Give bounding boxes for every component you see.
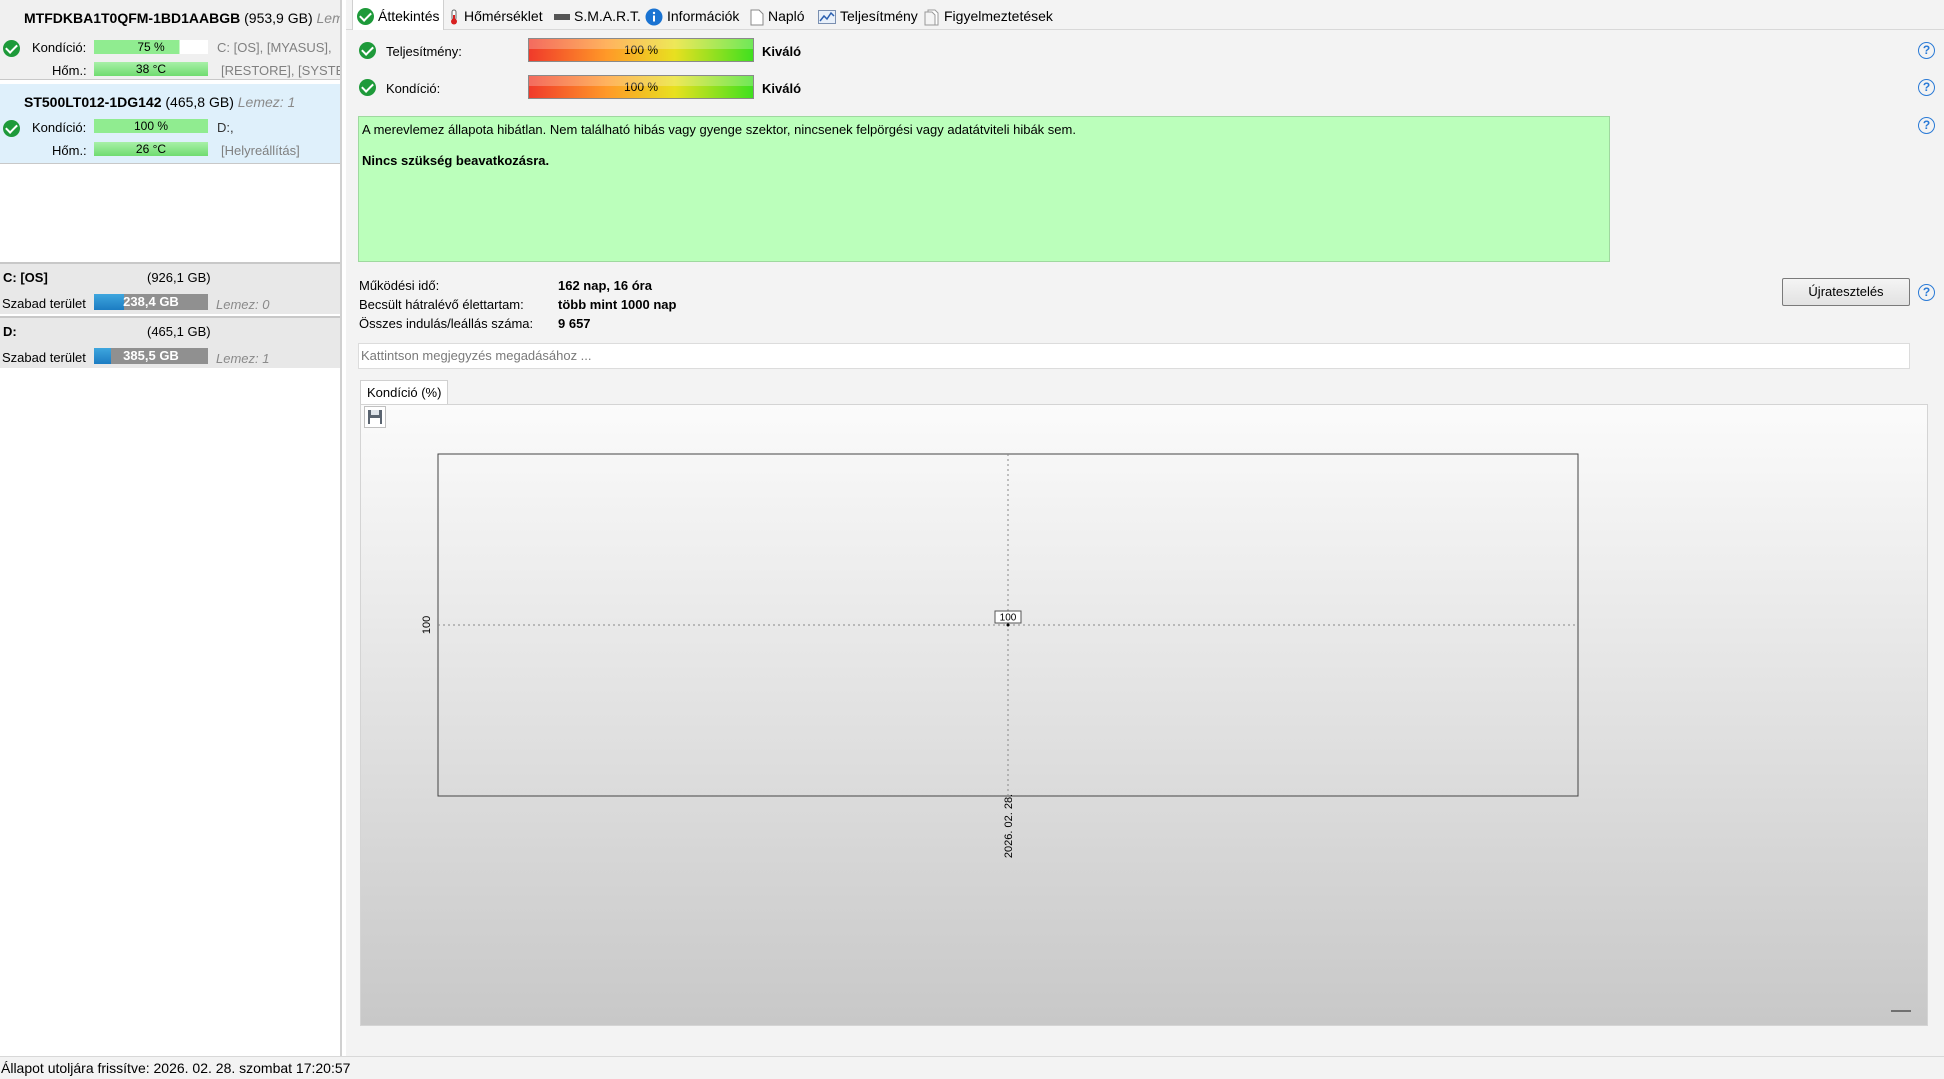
hom-label: Hőm.: bbox=[52, 63, 87, 78]
tab-informaciok[interactable]: Információk bbox=[645, 0, 739, 30]
disk-name: MTFDKBA1T0QFM-1BD1AABGB (953,9 GB) Lemez… bbox=[24, 10, 340, 26]
help-icon[interactable]: ? bbox=[1918, 284, 1935, 301]
lifetime-label: Becsült hátralévő élettartam: bbox=[359, 297, 524, 312]
free-space-bar: 385,5 GB bbox=[94, 348, 208, 364]
partition-disk-ref: Lemez: 0 bbox=[216, 297, 270, 312]
status-message-box: A merevlemez állapota hibátlan. Nem talá… bbox=[358, 116, 1610, 262]
help-icon[interactable]: ? bbox=[1918, 42, 1935, 59]
y-tick-label: 100 bbox=[421, 616, 433, 634]
kondicio-bar: 100 % bbox=[94, 119, 208, 133]
tab-teljesitmeny[interactable]: Teljesítmény bbox=[818, 0, 918, 30]
status-action: Nincs szükség beavatkozásra. bbox=[362, 153, 550, 168]
hom-label: Hőm.: bbox=[52, 143, 87, 158]
free-space-bar: 238,4 GB bbox=[94, 294, 208, 310]
drive-icon bbox=[554, 14, 570, 21]
volumes-line: D:, bbox=[217, 120, 234, 135]
hom-bar: 26 °C bbox=[94, 142, 208, 156]
help-icon[interactable]: ? bbox=[1918, 79, 1935, 96]
kondicio-bar: 75 % bbox=[94, 40, 208, 54]
health-ok-icon bbox=[3, 120, 20, 137]
free-space-label: Szabad terület bbox=[2, 296, 86, 311]
floppy-disk-icon bbox=[368, 410, 382, 424]
kondicio-label: Kondíció: bbox=[32, 40, 87, 55]
performance-rating: Kiváló bbox=[762, 44, 802, 59]
disk-list-panel: MTFDKBA1T0QFM-1BD1AABGB (953,9 GB) Lemez… bbox=[0, 0, 342, 1056]
x-tick-label: 2026. 02. 28. bbox=[1003, 794, 1015, 858]
startstop-label: Összes indulás/leállás száma: bbox=[359, 316, 534, 331]
health-chart: 100 2026. 02. 28. 100 bbox=[421, 453, 1579, 858]
health-ok-icon bbox=[359, 79, 376, 96]
status-message: A merevlemez állapota hibátlan. Nem talá… bbox=[362, 122, 1076, 137]
free-space-label: Szabad terület bbox=[2, 350, 86, 365]
health-label: Kondíció: bbox=[386, 81, 441, 96]
info-icon bbox=[645, 8, 663, 26]
tab-smart[interactable]: S.M.A.R.T. bbox=[554, 0, 641, 30]
health-bar: 100 % bbox=[528, 75, 754, 99]
partition-item-1[interactable]: D: (465,1 GB) Szabad terület 385,5 GB Le… bbox=[0, 316, 340, 368]
partition-disk-ref: Lemez: 1 bbox=[216, 351, 270, 366]
uptime-value: 162 nap, 16 óra bbox=[558, 278, 652, 293]
help-icon[interactable]: ? bbox=[1918, 117, 1935, 134]
lifetime-value: több mint 1000 nap bbox=[558, 297, 677, 312]
thermometer-icon bbox=[451, 9, 457, 25]
partition-item-0[interactable]: C: [OS] (926,1 GB) Szabad terület 238,4 … bbox=[0, 262, 340, 314]
performance-ok-icon bbox=[359, 42, 376, 59]
tab-naplo[interactable]: Napló bbox=[750, 0, 805, 30]
uptime-label: Működési idő: bbox=[359, 278, 440, 293]
partition-size: (465,1 GB) bbox=[147, 324, 211, 339]
tab-bar: Áttekintés Hőmérséklet S.M.A.R.T. Inform… bbox=[346, 0, 1944, 31]
partition-size: (926,1 GB) bbox=[147, 270, 211, 285]
volumes-line: C: [OS], [MYASUS], bbox=[217, 40, 332, 55]
performance-bar: 100 % bbox=[528, 38, 754, 62]
document-icon bbox=[750, 9, 764, 26]
status-bar: Állapot utoljára frissítve: 2026. 02. 28… bbox=[0, 1056, 1944, 1079]
partition-name: C: [OS] bbox=[3, 270, 48, 285]
kondicio-label: Kondíció: bbox=[32, 120, 87, 135]
save-chart-button[interactable] bbox=[364, 406, 386, 428]
disk-name: ST500LT012-1DG142 (465,8 GB) Lemez: 1 bbox=[24, 94, 296, 110]
performance-label: Teljesítmény: bbox=[386, 44, 462, 59]
tab-figyelmeztetesek[interactable]: Figyelmeztetések bbox=[924, 0, 1053, 30]
disk-item-1[interactable]: ST500LT012-1DG142 (465,8 GB) Lemez: 1 Ko… bbox=[0, 84, 340, 164]
data-point bbox=[1006, 623, 1010, 627]
startstop-value: 9 657 bbox=[558, 316, 591, 331]
retest-button[interactable]: Újratesztelés bbox=[1782, 278, 1910, 306]
tab-attekintes[interactable]: Áttekintés bbox=[352, 0, 445, 31]
volumes-line: [Helyreállítás] bbox=[221, 143, 300, 158]
chart-scroll-handle[interactable] bbox=[1891, 1010, 1911, 1012]
chart-tab-kondicio[interactable]: Kondíció (%) bbox=[360, 380, 449, 405]
data-label: 100 bbox=[1000, 613, 1017, 624]
alerts-icon bbox=[924, 9, 939, 26]
tab-homerseklet[interactable]: Hőmérséklet bbox=[448, 0, 543, 30]
disk-item-0[interactable]: MTFDKBA1T0QFM-1BD1AABGB (953,9 GB) Lemez… bbox=[0, 0, 340, 80]
partition-name: D: bbox=[3, 324, 17, 339]
health-rating: Kiváló bbox=[762, 81, 802, 96]
chart-icon bbox=[818, 10, 836, 25]
health-ok-icon bbox=[3, 40, 20, 57]
hom-bar: 38 °C bbox=[94, 62, 208, 76]
check-circle-icon bbox=[357, 7, 374, 25]
note-input[interactable]: Kattintson megjegyzés megadásához ... bbox=[358, 343, 1910, 369]
chart-area: 100 2026. 02. 28. 100 bbox=[360, 404, 1928, 1026]
volumes-line: [RESTORE], [SYSTEM] bbox=[221, 63, 340, 78]
overview-panel: Teljesítmény: 100 % Kiváló ? Kondíció: 1… bbox=[346, 30, 1944, 1056]
